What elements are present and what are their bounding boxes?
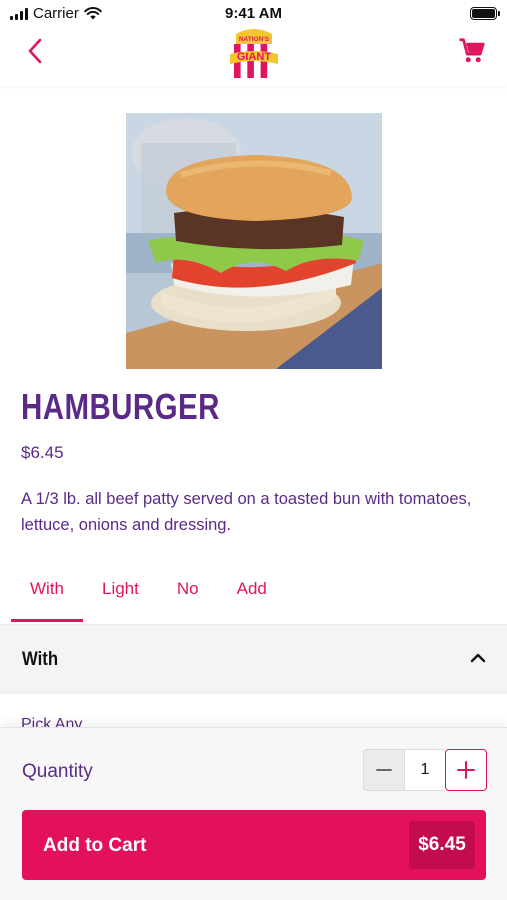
bottom-panel: Quantity 1 Add to Cart $6.45 [0,727,507,900]
product-description: A 1/3 lb. all beef patty served on a toa… [21,490,472,534]
product-title: HAMBURGER [21,386,220,427]
tab-with[interactable]: With [11,568,83,622]
decrement-button[interactable] [363,749,405,791]
tab-add[interactable]: Add [218,568,286,622]
quantity-value: 1 [405,749,445,791]
plus-icon [457,761,475,779]
add-to-cart-price: $6.45 [409,821,475,869]
logo-text-main: GIANT [237,51,272,63]
add-to-cart-button[interactable]: Add to Cart $6.45 [22,810,486,880]
section-header-with[interactable]: With [0,624,507,694]
modifier-tabs: With Light No Add [11,568,286,622]
status-time: 9:41 AM [225,5,282,22]
back-button[interactable] [22,36,52,66]
cart-button[interactable] [457,36,487,66]
quantity-label: Quantity [22,761,93,782]
quantity-stepper: 1 [363,749,487,791]
chevron-up-icon [470,653,486,663]
minus-icon [376,769,392,771]
battery-icon [470,7,500,20]
shopping-cart-icon [459,38,485,63]
add-to-cart-label: Add to Cart [43,835,147,856]
product-price: $6.45 [21,443,64,462]
section-title: With [22,649,59,670]
tab-no[interactable]: No [158,568,218,622]
brand-logo: NATION'S GIANT [230,29,278,78]
chevron-left-icon [28,38,42,64]
nav-bar: NATION'S GIANT [0,24,507,86]
logo-text-top: NATION'S [239,36,270,43]
product-image [126,113,382,369]
tab-light[interactable]: Light [83,568,158,622]
increment-button[interactable] [445,749,487,791]
